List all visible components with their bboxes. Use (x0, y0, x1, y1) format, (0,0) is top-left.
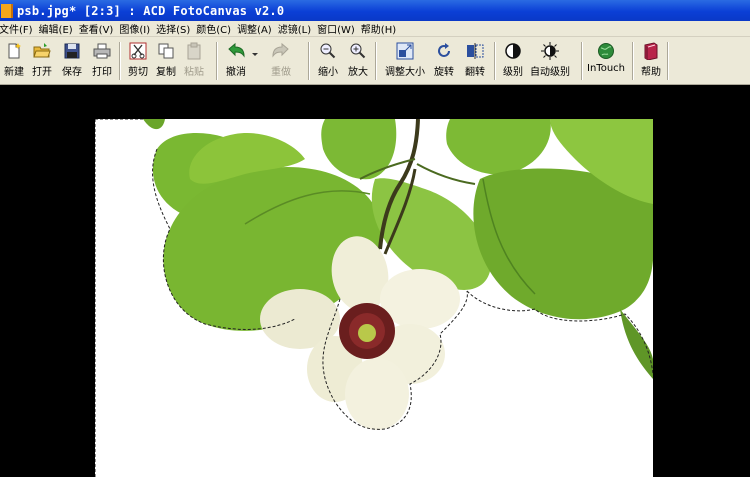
copy-label: 复制 (156, 67, 176, 78)
auto-levels-button[interactable]: 自动级别 (528, 40, 572, 82)
title-bar: psb.jpg* [2:3] : ACD FotoCanvas v2.0 (0, 0, 750, 21)
toolbar-transform-group: 调整大小 旋转 翻转 (382, 40, 490, 82)
menu-edit[interactable]: 编辑(E) (39, 21, 79, 36)
image-canvas[interactable] (95, 119, 653, 477)
auto-levels-label: 自动级别 (530, 67, 570, 78)
window-title: psb.jpg* [2:3] : ACD FotoCanvas v2.0 (17, 3, 285, 18)
print-label: 打印 (92, 67, 112, 78)
save-label: 保存 (62, 67, 82, 78)
toolbar-separator (581, 42, 583, 80)
intouch-label: InTouch (587, 63, 625, 74)
open-button[interactable]: 打开 (28, 40, 56, 82)
open-folder-icon (33, 42, 51, 60)
toolbar-levels-group: 级别 自动级别 (500, 40, 572, 82)
save-button[interactable]: 保存 (58, 40, 86, 82)
levels-button[interactable]: 级别 (500, 40, 526, 82)
paste-button[interactable]: 粘贴 (180, 40, 208, 82)
printer-icon (93, 42, 111, 60)
toolbar-separator (119, 42, 121, 80)
contrast-icon (504, 42, 522, 60)
new-label: 新建 (4, 67, 24, 78)
toolbar-separator (308, 42, 310, 80)
toolbar-help-group: InTouch (586, 40, 626, 82)
dropdown-arrow-icon (251, 42, 259, 60)
help-button[interactable]: 帮助 (637, 40, 665, 82)
redo-label: 重做 (271, 67, 291, 78)
menu-view[interactable]: 查看(V) (79, 21, 120, 36)
zoom-in-label: 放大 (348, 67, 368, 78)
toolbar-separator (375, 42, 377, 80)
toolbar-separator (216, 42, 218, 80)
menu-window[interactable]: 窗口(W) (317, 21, 361, 36)
new-button[interactable]: 新建 (2, 40, 26, 82)
rotate-button[interactable]: 旋转 (430, 40, 458, 82)
cut-button[interactable]: 剪切 (124, 40, 152, 82)
cut-label: 剪切 (128, 67, 148, 78)
zoom-in-button[interactable]: 放大 (344, 40, 372, 82)
new-file-icon (5, 42, 23, 60)
resize-label: 调整大小 (385, 67, 425, 78)
redo-arrow-icon (272, 42, 290, 60)
rotate-icon (435, 42, 453, 60)
undo-arrow-icon (227, 42, 245, 60)
undo-label: 撤消 (226, 67, 246, 78)
toolbar-history-group: 撤消 重做 (222, 40, 298, 82)
resize-button[interactable]: 调整大小 (382, 40, 428, 82)
paste-clipboard-icon (185, 42, 203, 60)
zoom-out-label: 缩小 (318, 67, 338, 78)
zoom-out-button[interactable]: 缩小 (314, 40, 342, 82)
menu-help[interactable]: 帮助(H) (361, 21, 402, 36)
menu-filter[interactable]: 滤镜(L) (278, 21, 317, 36)
help-label: 帮助 (641, 67, 661, 78)
menu-adjust[interactable]: 调整(A) (237, 21, 278, 36)
save-disk-icon (63, 42, 81, 60)
toolbar-separator (632, 42, 634, 80)
globe-icon (597, 42, 615, 60)
toolbar-file-group: 新建 打开 保存 打印 (2, 40, 116, 82)
rotate-label: 旋转 (434, 67, 454, 78)
scissors-icon (129, 42, 147, 60)
copy-button[interactable]: 复制 (152, 40, 180, 82)
menu-color[interactable]: 颜色(C) (196, 21, 237, 36)
paste-label: 粘贴 (184, 67, 204, 78)
toolbar-zoom-group: 缩小 放大 (314, 40, 372, 82)
zoom-out-icon (319, 42, 337, 60)
toolbar-edit-group: 剪切 复制 粘贴 (124, 40, 208, 82)
menu-bar: 文件(F) 编辑(E) 查看(V) 图像(I) 选择(S) 颜色(C) 调整(A… (0, 21, 750, 37)
levels-label: 级别 (503, 67, 523, 78)
flip-icon (466, 42, 484, 60)
print-button[interactable]: 打印 (88, 40, 116, 82)
zoom-in-icon (349, 42, 367, 60)
menu-file[interactable]: 文件(F) (0, 21, 39, 36)
help-book-icon (642, 42, 660, 61)
flip-button[interactable]: 翻转 (460, 40, 490, 82)
undo-button[interactable]: 撤消 (222, 40, 250, 82)
toolbar-separator (667, 42, 669, 80)
toolbar-separator (494, 42, 496, 80)
auto-contrast-icon (541, 42, 559, 60)
resize-icon (396, 42, 414, 60)
flip-label: 翻转 (465, 67, 485, 78)
undo-dropdown-button[interactable] (250, 40, 260, 82)
intouch-button[interactable]: InTouch (586, 40, 626, 82)
open-label: 打开 (32, 67, 52, 78)
menu-select[interactable]: 选择(S) (156, 21, 196, 36)
toolbar-help-book-group: 帮助 (637, 40, 665, 82)
app-icon[interactable] (1, 3, 13, 18)
flower-photo (95, 119, 653, 477)
redo-button[interactable]: 重做 (264, 40, 298, 82)
toolbar: 新建 打开 保存 打印 剪切 复制 粘贴 撤消 重做 缩小 放大 调整大小 旋转… (0, 37, 750, 85)
copy-icon (157, 42, 175, 60)
menu-image[interactable]: 图像(I) (119, 21, 156, 36)
